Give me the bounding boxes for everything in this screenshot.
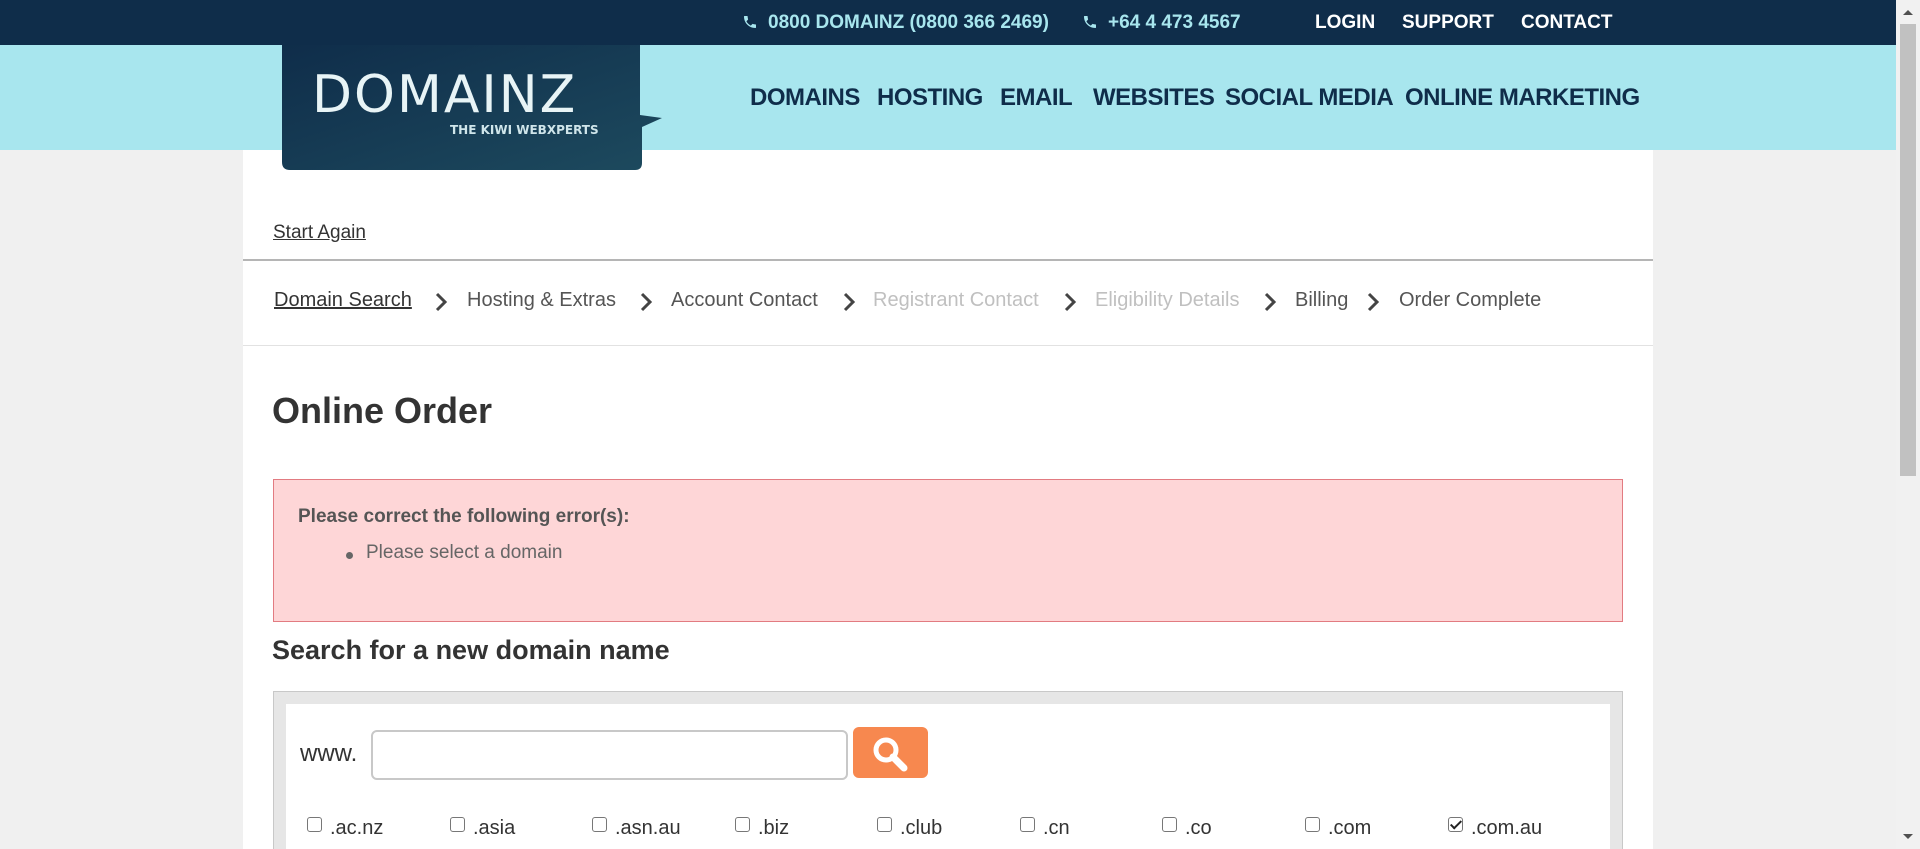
chevron-right-icon xyxy=(1264,292,1277,312)
phone-number-1[interactable]: 0800 DOMAINZ (0800 366 2469) xyxy=(742,0,1049,45)
step-eligibility-details: Eligibility Details xyxy=(1095,289,1240,311)
nav-email[interactable]: EMAIL xyxy=(1000,45,1073,150)
domain-search-input[interactable] xyxy=(371,730,848,780)
login-link[interactable]: LOGIN xyxy=(1315,0,1375,45)
phone-number-2-text: +64 4 473 4567 xyxy=(1108,12,1241,33)
tld-label: .com.au xyxy=(1471,817,1543,839)
tld-label: .co xyxy=(1185,817,1212,839)
contact-link[interactable]: CONTACT xyxy=(1521,0,1612,45)
tld-checkbox[interactable] xyxy=(1020,817,1035,832)
nav-social-media[interactable]: SOCIAL MEDIA xyxy=(1225,45,1394,150)
chevron-right-icon xyxy=(435,292,448,312)
scroll-down-arrow-icon[interactable] xyxy=(1896,825,1920,849)
error-title: Please correct the following error(s): xyxy=(298,506,630,527)
magnifier-icon xyxy=(873,737,908,772)
nav-domains[interactable]: DOMAINS xyxy=(750,45,860,150)
nav-hosting[interactable]: HOSTING xyxy=(877,45,983,150)
tld-label: .cn xyxy=(1043,817,1070,839)
nav-online-marketing[interactable]: ONLINE MARKETING xyxy=(1405,45,1640,150)
start-again-link[interactable]: Start Again xyxy=(273,222,366,244)
scroll-up-arrow-icon[interactable] xyxy=(1896,0,1920,24)
divider xyxy=(243,259,1653,261)
tld-label: .club xyxy=(900,817,943,839)
error-alert: Please correct the following error(s): P… xyxy=(273,479,1623,622)
chevron-right-icon xyxy=(843,292,856,312)
tld-label: .ac.nz xyxy=(330,817,384,839)
tld-checkbox[interactable] xyxy=(307,817,322,832)
support-link[interactable]: SUPPORT xyxy=(1402,0,1494,45)
tld-checkbox-checked[interactable] xyxy=(1448,817,1463,832)
search-button[interactable] xyxy=(853,727,928,778)
top-utility-bar: 0800 DOMAINZ (0800 366 2469) +64 4 473 4… xyxy=(0,0,1896,45)
vertical-scrollbar[interactable] xyxy=(1896,0,1920,849)
tld-checkbox[interactable] xyxy=(877,817,892,832)
tld-label: .biz xyxy=(758,817,790,839)
chevron-right-icon xyxy=(1064,292,1077,312)
tld-label: .asn.au xyxy=(615,817,681,839)
www-prefix: www. xyxy=(300,740,358,767)
phone-icon xyxy=(744,16,756,28)
scroll-thumb[interactable] xyxy=(1900,24,1916,476)
chevron-right-icon xyxy=(1367,292,1380,312)
step-order-complete: Order Complete xyxy=(1399,289,1542,311)
tld-checkbox[interactable] xyxy=(1162,817,1177,832)
domainz-logo[interactable]: DOMAINZ THE KIWI WEBXPERTS xyxy=(280,45,662,170)
bullet-icon xyxy=(346,552,353,559)
step-registrant-contact: Registrant Contact xyxy=(873,289,1039,311)
step-hosting-extras: Hosting & Extras xyxy=(467,289,616,311)
step-account-contact: Account Contact xyxy=(671,289,818,311)
tld-label: .asia xyxy=(473,817,516,839)
logo-brand-text: DOMAINZ xyxy=(312,65,577,125)
search-section-title: Search for a new domain name xyxy=(272,635,670,665)
divider xyxy=(243,345,1653,346)
error-item: Please select a domain xyxy=(366,542,563,563)
page-title: Online Order xyxy=(272,390,493,431)
phone-icon xyxy=(1084,16,1096,28)
nav-websites[interactable]: WEBSITES xyxy=(1093,45,1215,150)
phone-number-1-text: 0800 DOMAINZ (0800 366 2469) xyxy=(768,12,1049,33)
tld-checkbox[interactable] xyxy=(450,817,465,832)
step-domain-search[interactable]: Domain Search xyxy=(274,289,412,312)
logo-tagline-text: THE KIWI WEBXPERTS xyxy=(450,123,599,137)
chevron-right-icon xyxy=(640,292,653,312)
phone-number-2[interactable]: +64 4 473 4567 xyxy=(1082,0,1241,45)
tld-label: .com xyxy=(1328,817,1372,839)
tld-checkbox[interactable] xyxy=(592,817,607,832)
tld-checkbox[interactable] xyxy=(1305,817,1320,832)
step-billing: Billing xyxy=(1295,289,1349,311)
tld-checkbox[interactable] xyxy=(735,817,750,832)
